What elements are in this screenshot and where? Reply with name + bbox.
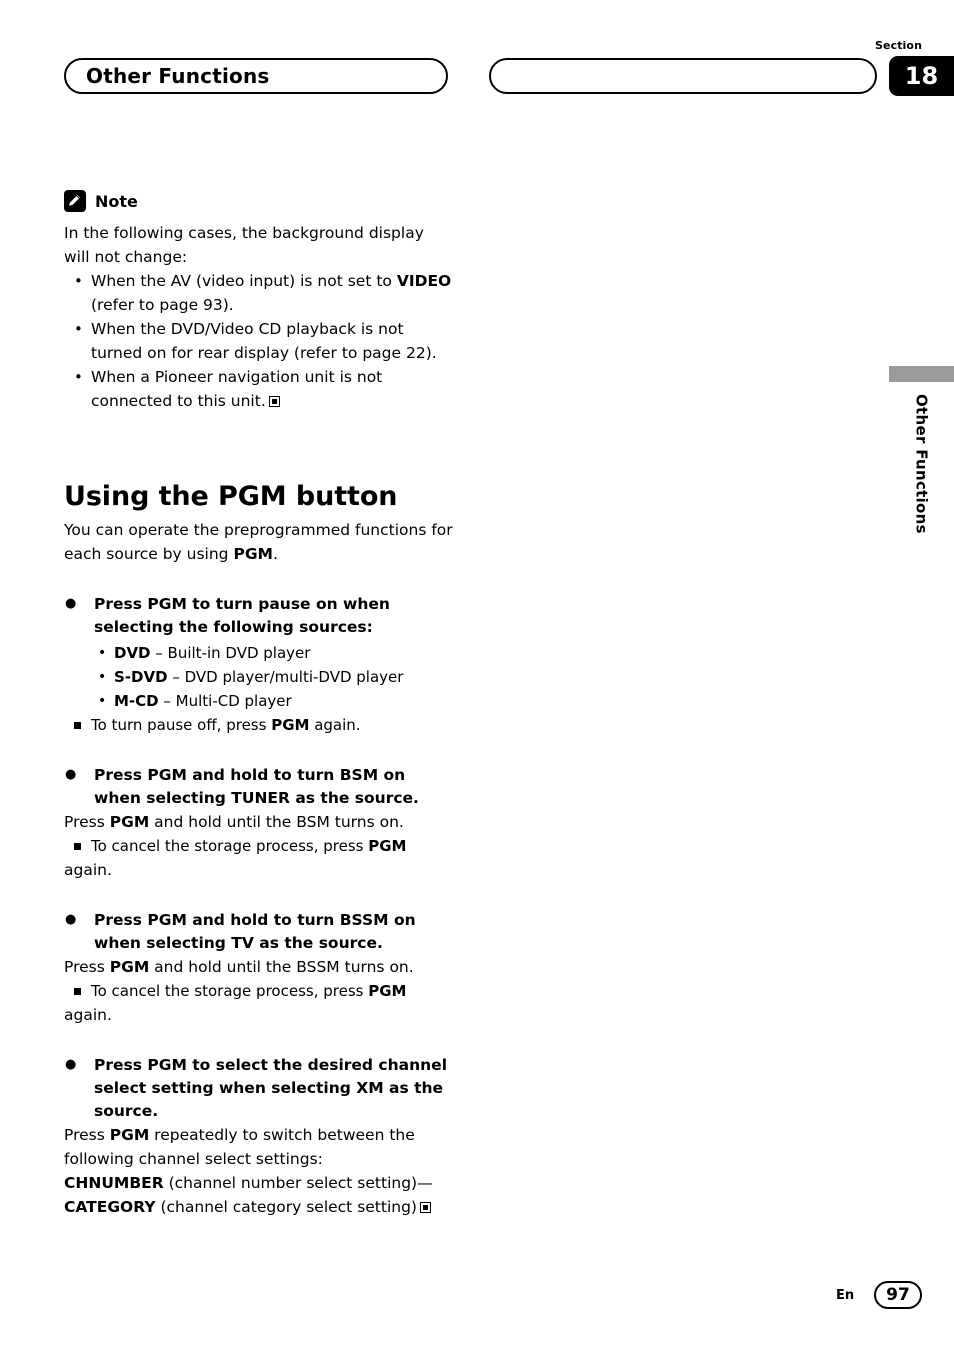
setting-chnumber-desc: (channel number select setting) (163, 1174, 418, 1192)
list-item: DVD – Built-in DVD player (64, 641, 454, 665)
setting-category: CATEGORY (64, 1198, 156, 1216)
body-2-bold: PGM (109, 958, 150, 976)
side-tab-bar (889, 366, 954, 382)
section-heading: Using the PGM button (64, 481, 398, 512)
source-2-rest: – Multi-CD player (158, 692, 292, 710)
source-0-rest: – Built-in DVD player (150, 644, 311, 662)
command-heading: Press PGM and hold to turn BSSM on when … (64, 908, 454, 955)
setting-dash: — (417, 1174, 433, 1192)
page-title: Other Functions (86, 64, 270, 88)
instruction-block-bsm: Press PGM and hold to turn BSM on when s… (64, 763, 454, 882)
note-header: Note (64, 190, 454, 212)
note-item-0-pre: When the AV (video input) is not set to (91, 272, 397, 290)
section-intro: You can operate the preprogrammed functi… (64, 518, 454, 566)
source-1-rest: – DVD player/multi-DVD player (167, 668, 404, 686)
body-xm-bold: PGM (109, 1126, 150, 1144)
side-tab: Other Functions (889, 394, 954, 594)
list-item: M-CD – Multi-CD player (64, 689, 454, 713)
section-label: Section (875, 39, 923, 52)
instruction-block-bssm: Press PGM and hold to turn BSSM on when … (64, 908, 454, 1027)
body-1-post: and hold until the BSM turns on. (149, 813, 404, 831)
sq-2-pre: To cancel the storage process, press (91, 982, 369, 1000)
body-xm-pre: Press (64, 1126, 110, 1144)
section-intro-bold: PGM (233, 545, 273, 563)
instruction-body: Press PGM and hold until the BSSM turns … (64, 955, 454, 979)
setting-chnumber: CHNUMBER (64, 1174, 164, 1192)
sub-instruction: To cancel the storage process, press PGM (64, 834, 454, 858)
sq-2-bold: PGM (368, 982, 407, 1000)
note-intro: In the following cases, the background d… (64, 224, 424, 266)
command-heading: Press PGM to turn pause on when selectin… (64, 592, 454, 639)
sq-0-pre: To turn pause off, press (91, 716, 272, 734)
note-item-1-pre: When the DVD/Video CD playback is not tu… (91, 320, 437, 362)
sub-instruction: To turn pause off, press PGM again. (64, 713, 454, 737)
note-item-0-post: (refer to page 93). (91, 296, 234, 314)
body-2-pre: Press (64, 958, 110, 976)
instruction-block-xm: Press PGM to select the desired channel … (64, 1053, 454, 1219)
note-bullet-list: When the AV (video input) is not set to … (64, 269, 454, 413)
body-1-pre: Press (64, 813, 110, 831)
section-intro-post: . (272, 545, 278, 563)
list-item: When a Pioneer navigation unit is not co… (64, 365, 454, 413)
instruction-tail: again. (64, 861, 112, 879)
setting-category-desc: (channel category select setting) (155, 1198, 417, 1216)
instruction-body: Press PGM and hold until the BSM turns o… (64, 810, 454, 834)
source-0-bold: DVD (114, 644, 151, 662)
end-of-section-mark (419, 1202, 431, 1213)
source-2-bold: M-CD (114, 692, 159, 710)
section-number-badge: 18 (889, 56, 954, 96)
command-heading: Press PGM and hold to turn BSM on when s… (64, 763, 454, 810)
header-empty-box (489, 58, 877, 94)
sq-0-post: again. (309, 716, 361, 734)
note-item-2-pre: When a Pioneer navigation unit is not co… (91, 368, 383, 410)
list-item: When the DVD/Video CD playback is not tu… (64, 317, 454, 365)
source-1-bold: S-DVD (114, 668, 168, 686)
sq-0-bold: PGM (271, 716, 310, 734)
note-label: Note (95, 191, 138, 211)
side-tab-label: Other Functions (912, 394, 931, 534)
page-header-title-box: Other Functions (64, 58, 448, 94)
instruction-block-pause: Press PGM to turn pause on when selectin… (64, 592, 454, 737)
list-item: When the AV (video input) is not set to … (64, 269, 454, 317)
body-1-bold: PGM (109, 813, 150, 831)
end-of-section-mark (268, 396, 280, 407)
note-item-0-bold: VIDEO (396, 272, 452, 290)
sq-1-bold: PGM (368, 837, 407, 855)
channel-select-settings: CHNUMBER (channel number select setting)… (64, 1171, 454, 1219)
instruction-tail: again. (64, 1006, 112, 1024)
footer-page-number: 97 (874, 1281, 922, 1309)
main-text-column: Note In the following cases, the backgro… (64, 190, 454, 1219)
sub-instruction: To cancel the storage process, press PGM (64, 979, 454, 1003)
pencil-note-icon (64, 190, 86, 212)
body-2-post: and hold until the BSSM turns on. (149, 958, 414, 976)
instruction-body: Press PGM repeatedly to switch between t… (64, 1123, 454, 1171)
source-list: DVD – Built-in DVD player S-DVD – DVD pl… (64, 641, 454, 713)
sq-1-pre: To cancel the storage process, press (91, 837, 369, 855)
footer-language: En (836, 1288, 855, 1303)
list-item: S-DVD – DVD player/multi-DVD player (64, 665, 454, 689)
command-heading: Press PGM to select the desired channel … (64, 1053, 454, 1123)
